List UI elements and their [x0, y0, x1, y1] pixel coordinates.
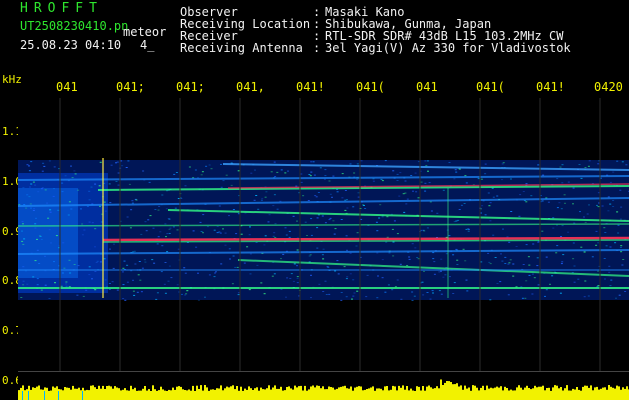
time-tick: 041( [476, 80, 505, 94]
time-tick: 0420 [594, 80, 623, 94]
frequency-unit-label: kHz [2, 73, 22, 86]
antenna-value: 3el Yagi(V) Az 330 for Vladivostok [325, 41, 571, 55]
spectrogram-canvas [18, 98, 629, 371]
time-tick: 041! [536, 80, 565, 94]
spectrogram-plot [18, 98, 629, 371]
app-title: HROFFT [20, 1, 103, 16]
signal-level-canvas [18, 371, 629, 400]
meteor-label: meteor [123, 25, 167, 39]
antenna-label: Receiving Antenna [180, 41, 303, 55]
time-tick: 041; [176, 80, 205, 94]
time-tick: 041, [236, 80, 265, 94]
time-tick: 041 [416, 80, 438, 94]
antenna-sep: : [313, 41, 321, 55]
time-tick: 041( [356, 80, 385, 94]
signal-level-bar [18, 371, 629, 400]
file-name: UT2508230410.pn [20, 19, 129, 33]
meteor-count: 4_ [140, 38, 155, 52]
datetime: 25.08.23 04:10 [20, 38, 122, 52]
time-tick: 041 [56, 80, 78, 94]
time-tick: 041; [116, 80, 145, 94]
time-tick: 041! [296, 80, 325, 94]
